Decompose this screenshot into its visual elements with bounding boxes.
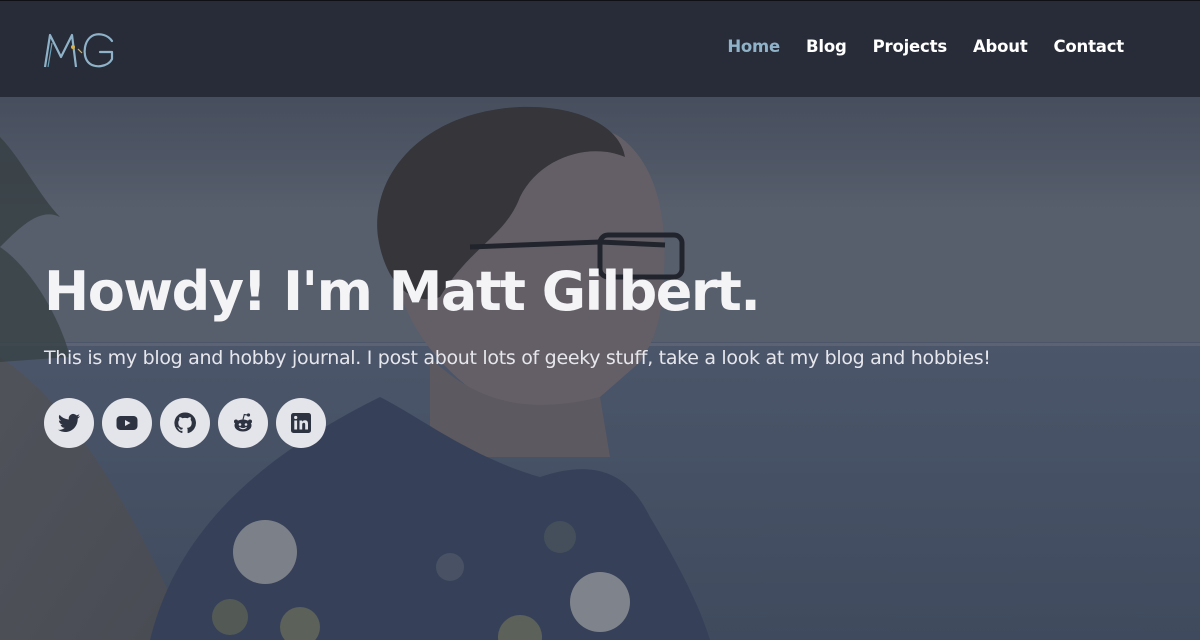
reddit-link[interactable]: [218, 398, 268, 448]
linkedin-link[interactable]: [276, 398, 326, 448]
social-links: [44, 398, 1164, 448]
page: Home Blog Projects About Contact Howdy! …: [0, 0, 1200, 640]
hero-subtitle: This is my blog and hobby journal. I pos…: [44, 347, 991, 369]
main-nav: Home Blog Projects About Contact: [727, 37, 1124, 56]
youtube-link[interactable]: [102, 398, 152, 448]
nav-blog[interactable]: Blog: [806, 37, 847, 56]
github-link[interactable]: [160, 398, 210, 448]
nav-projects[interactable]: Projects: [873, 37, 948, 56]
reddit-icon: [234, 413, 252, 432]
hero-section: Howdy! I'm Matt Gilbert. This is my blog…: [0, 97, 1200, 640]
nav-home[interactable]: Home: [727, 37, 780, 56]
youtube-icon: [116, 416, 138, 430]
hero-content: Howdy! I'm Matt Gilbert. This is my blog…: [44, 260, 1164, 448]
twitter-icon: [58, 413, 80, 432]
hero-title: Howdy! I'm Matt Gilbert.: [44, 260, 761, 323]
nav-contact[interactable]: Contact: [1054, 37, 1125, 56]
site-header: Home Blog Projects About Contact: [0, 0, 1200, 97]
linkedin-icon: [291, 413, 311, 433]
twitter-link[interactable]: [44, 398, 94, 448]
mg-monogram-logo-icon: [43, 33, 114, 68]
nav-about[interactable]: About: [973, 37, 1028, 56]
github-icon: [174, 412, 196, 434]
mg-logo[interactable]: [42, 27, 118, 71]
